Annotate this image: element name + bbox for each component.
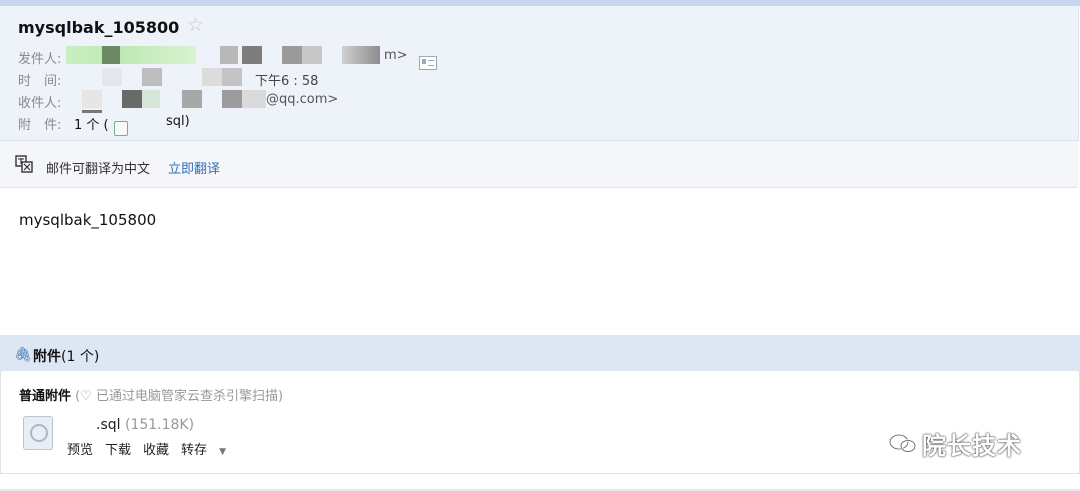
attachments-header: 🖇 附件(1 个) [0,335,1080,371]
sender-name-redacted-dark [102,46,120,64]
attachments-title-count: (1 个) [61,349,100,365]
attachment-file-size: (151.18K) [124,417,195,433]
sender-name-redacted [66,46,196,64]
attachments-title: 附件(1 个) [33,346,99,366]
recipient-redacted-1 [82,90,102,108]
favorite-link[interactable]: 收藏 [143,443,169,458]
plain-attachment-label: 普通附件 [19,389,72,404]
attachments-panel: 普通附件 (♡ 已通过电脑管家云查杀引擎扫描) .sql (151.18K) 预… [0,371,1080,474]
sender-email-redacted-3 [282,46,302,64]
download-link[interactable]: 下载 [105,443,131,458]
attachment-actions: 预览 下载 收藏 转存 ▼ [67,439,250,458]
attachments-title-bold: 附件 [33,349,61,365]
translate-bar: 邮件可翻译为中文 立即翻译 [0,141,1078,188]
contact-card-icon[interactable] [419,56,437,70]
forward-link[interactable]: 转存 ▼ [181,443,238,458]
watermark-text: 院长技术 [922,432,1022,460]
chevron-down-icon: ▼ [219,447,226,457]
sender-row: 发件人: [18,48,66,67]
attachment-count: 1 个 ( [74,118,109,133]
translate-text: 邮件可翻译为中文 [46,162,151,177]
time-redacted-2 [142,68,162,86]
time-label: 时 间: [18,74,62,89]
translate-icon [15,155,33,173]
recipient-email-tail: @qq.com> [266,92,339,107]
scan-note: (♡ 已通过电脑管家云查杀引擎扫描) [75,389,284,404]
recipient-redacted-6 [242,90,266,108]
attachment-file-name-row: .sql (151.18K) [96,417,194,433]
sender-email-tail: m> [384,48,408,63]
recipient-redacted-2 [122,90,142,108]
plain-attachment-label-row: 普通附件 (♡ 已通过电脑管家云查杀引擎扫描) [19,385,283,404]
sender-email-redacted-1 [220,46,238,64]
attachment-file-icon[interactable] [114,121,128,136]
star-icon[interactable]: ☆ [187,16,204,35]
recipient-underline-redacted [82,110,102,113]
sender-email-redacted-4 [302,46,322,64]
recipient-row: 收件人: [18,92,66,111]
recipient-redacted-5 [222,90,242,108]
attachment-row: 附 件: [18,114,66,133]
attachment-name-tail[interactable]: sql) [166,114,190,129]
attachment-label: 附 件: [18,118,62,133]
time-row: 时 间: [18,70,66,89]
recipient-redacted-4 [182,90,202,108]
email-body-text: mysqlbak_105800 [19,211,157,229]
time-redacted-4 [222,68,242,86]
sender-label: 发件人: [18,52,62,67]
recipient-label: 收件人: [18,96,62,111]
email-subject: mysqlbak_105800 [18,18,180,37]
sender-email-redacted-2 [242,46,262,64]
sender-email-redacted-5 [342,46,380,64]
forward-label: 转存 [181,443,208,458]
attachment-file-name[interactable]: .sql [96,417,121,433]
sql-file-icon[interactable] [23,416,53,450]
email-header: mysqlbak_105800 ☆ 发件人: m> 时 间: 下午6 : 58 … [0,6,1079,141]
preview-link[interactable]: 预览 [67,443,93,458]
time-value: 下午6 : 58 [255,74,319,89]
time-redacted-3 [202,68,222,86]
recipient-redacted-3 [142,90,160,108]
translate-now-link[interactable]: 立即翻译 [168,158,220,177]
paperclip-icon: 🖇 [14,347,32,363]
time-redacted-1 [102,68,122,86]
wechat-logo-icon [888,433,917,453]
